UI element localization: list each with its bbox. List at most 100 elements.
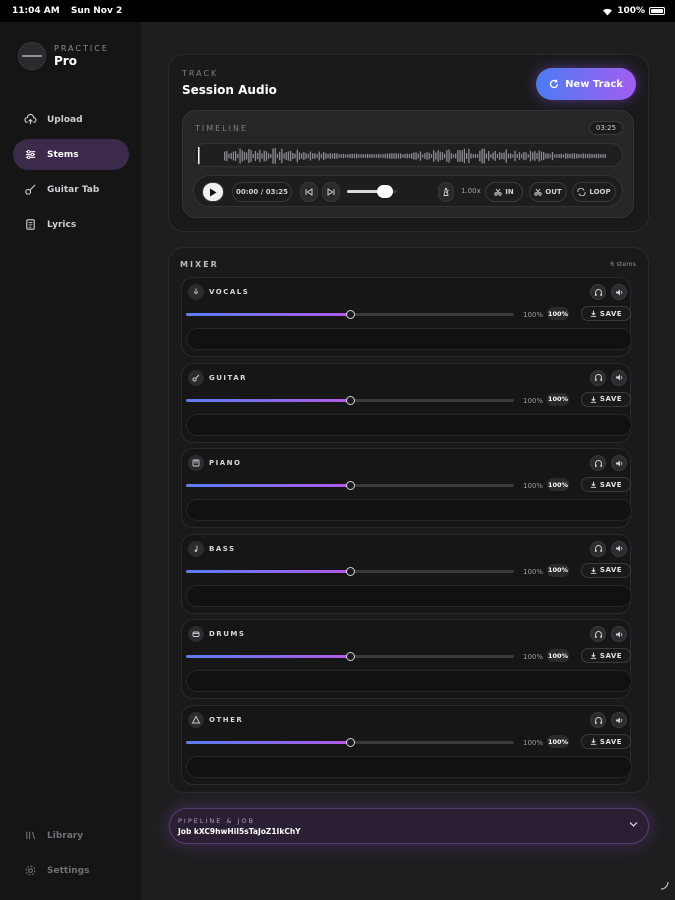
volume-slider[interactable] [186,652,514,662]
waveform-bar [400,153,402,159]
volume-knob[interactable] [346,738,355,747]
sidebar-item-guitar-tab[interactable]: Guitar Tab [13,174,129,205]
set-out-button[interactable]: OUT [529,182,567,202]
volume-fill [186,313,350,316]
waveform-bar [263,150,265,162]
mute-speaker-button[interactable] [611,626,627,643]
waveform-bar [468,148,470,163]
timeline-label: TIMELINE [195,124,249,133]
volume-label: 100% [523,739,544,747]
speaker-icon [615,374,622,381]
volume-badge[interactable]: 100% [547,735,569,748]
sidebar-item-upload[interactable]: Upload [13,104,129,135]
solo-headphones-button[interactable] [590,455,606,472]
stem-row-vocals: VOCALS 100% 100% SAVE [181,277,632,357]
save-stem-button[interactable]: SAVE [581,306,631,321]
pipeline-panel[interactable]: PIPELINE & JOB Job kXC9hwHiI5sTaJoZ1IkCh… [169,808,649,844]
solo-headphones-button[interactable] [590,712,606,728]
mute-speaker-button[interactable] [611,712,627,728]
volume-slider[interactable] [186,481,514,491]
solo-headphones-button[interactable] [590,540,606,557]
sidebar-item-label: Guitar Tab [47,184,100,195]
save-stem-button[interactable]: SAVE [581,477,631,493]
volume-label: 100% [523,396,544,405]
skip-forward-button[interactable] [322,182,340,202]
waveform-bar [329,153,331,159]
waveform-bar [459,150,461,162]
waveform-bar [428,152,430,160]
volume-knob[interactable] [346,395,355,405]
stem-row-bass: BASS 100% 100% SAVE [181,533,632,614]
brand-name: Pro [54,54,77,68]
brand: PRACTICE Pro [18,42,109,70]
save-stem-button[interactable]: SAVE [581,562,631,578]
sidebar-item-stems[interactable]: Stems [13,139,129,170]
skip-back-icon [305,188,313,196]
solo-headphones-button[interactable] [590,626,606,643]
volume-knob[interactable] [346,310,355,319]
volume-slider[interactable] [347,185,397,198]
waveform-bar [276,153,279,159]
volume-slider[interactable] [186,566,514,576]
loop-icon [577,188,586,196]
waveform-bar [591,154,593,159]
sidebar-item-library[interactable]: Library [13,820,129,851]
set-in-button[interactable]: IN [485,182,523,202]
resize-handle-icon[interactable] [659,875,669,894]
waveform-bar [494,151,496,161]
waveform-bar [483,148,485,164]
volume-slider[interactable] [186,395,514,405]
volume-badge[interactable]: 100% [547,649,569,663]
document-icon [26,219,35,230]
skip-back-button[interactable] [300,182,318,202]
mute-speaker-button[interactable] [611,284,627,300]
volume-badge[interactable]: 100% [547,307,569,320]
sidebar-item-settings[interactable]: Settings [13,855,129,886]
waveform-bar [261,153,263,159]
waveform[interactable] [193,143,623,167]
save-stem-button[interactable]: SAVE [581,734,631,749]
volume-badge[interactable]: 100% [547,478,569,492]
volume-slider[interactable] [186,310,514,319]
volume-knob[interactable] [346,566,355,576]
speaker-icon [615,545,622,552]
chevron-down-icon[interactable] [629,821,638,828]
volume-knob[interactable] [346,481,355,491]
save-stem-button[interactable]: SAVE [581,391,631,407]
waveform-bar [358,154,360,158]
stem-name: GUITAR [209,373,248,382]
mute-speaker-button[interactable] [611,540,627,557]
headphones-icon [594,459,602,467]
volume-badge[interactable]: 100% [547,563,569,577]
waveform-bar [551,151,554,161]
volume-fill [186,741,350,744]
stem-name: BASS [209,544,236,553]
playback-speed[interactable]: 1.00x [461,187,481,195]
volume-slider[interactable] [186,738,514,747]
waveform-bar [287,151,290,161]
stem-waveform-area [186,328,632,350]
waveform-bar [241,150,243,162]
volume-label: 100% [523,653,544,662]
metronome-button[interactable] [438,182,454,202]
loop-button[interactable]: LOOP [572,182,616,202]
stem-waveform-area [186,670,632,693]
mixer-title: MIXER [180,260,219,269]
waveform-bar [373,154,375,158]
new-track-button[interactable]: New Track [536,68,636,100]
sidebar-item-lyrics[interactable]: Lyrics [13,209,129,240]
solo-headphones-button[interactable] [590,284,606,300]
waveform-bar [254,151,257,161]
solo-headphones-button[interactable] [590,369,606,386]
play-button[interactable] [202,182,224,202]
volume-badge[interactable]: 100% [547,392,569,406]
save-stem-button[interactable]: SAVE [581,648,631,664]
main-content: TRACK Session Audio New Track TIMELINE 0… [141,22,675,900]
waveform-bar [540,151,543,161]
volume-knob[interactable] [346,652,355,662]
mute-speaker-button[interactable] [611,455,627,472]
volume-knob[interactable] [376,185,393,198]
waveform-bar [285,152,287,160]
playhead[interactable] [198,147,200,165]
mute-speaker-button[interactable] [611,369,627,386]
